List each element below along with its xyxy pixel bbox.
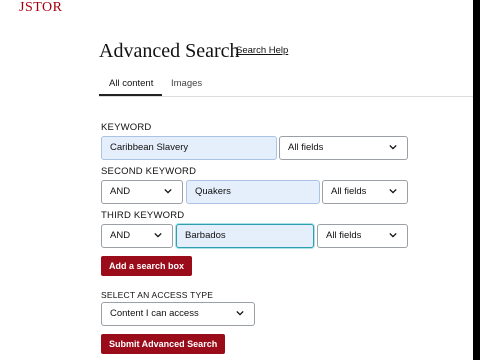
second-operator-value: AND (110, 186, 131, 197)
second-field-select[interactable]: All fields (322, 180, 408, 204)
chevron-down-icon (164, 188, 172, 194)
third-keyword-input[interactable]: Barbados (176, 224, 314, 248)
third-operator-value: AND (110, 230, 131, 241)
submit-advanced-search-button[interactable]: Submit Advanced Search (101, 334, 226, 354)
third-field-select[interactable]: All fields (317, 224, 408, 248)
keyword-label: KEYWORD (101, 122, 152, 133)
chevron-down-icon (154, 232, 162, 238)
content-tabs: All content Images (99, 74, 473, 97)
keyword-field-value: All fields (288, 142, 324, 153)
third-field-value: All fields (326, 230, 362, 241)
keyword-input[interactable]: Caribbean Slavery (101, 136, 277, 160)
access-type-value: Content I can access (110, 308, 199, 319)
chevron-down-icon (389, 188, 397, 194)
chevron-down-icon (389, 144, 397, 150)
second-operator-select[interactable]: AND (101, 180, 183, 204)
tab-all-content[interactable]: All content (109, 78, 153, 89)
access-type-label: SELECT AN ACCESS TYPE (101, 290, 214, 300)
advanced-search-page: JSTOR Advanced Search Search Help All co… (0, 0, 473, 360)
third-keyword-label: THIRD KEYWORD (101, 210, 185, 221)
keyword-field-select[interactable]: All fields (279, 136, 408, 160)
second-field-value: All fields (331, 186, 367, 197)
add-search-box-button[interactable]: Add a search box (101, 256, 193, 276)
chevron-down-icon (236, 310, 244, 316)
second-keyword-label: SECOND KEYWORD (101, 166, 197, 177)
third-operator-select[interactable]: AND (101, 224, 173, 248)
jstor-logo[interactable]: JSTOR (19, 0, 62, 16)
page-title: Advanced Search (99, 40, 240, 62)
second-keyword-input[interactable]: Quakers (186, 180, 320, 204)
tab-images[interactable]: Images (171, 78, 202, 89)
active-tab-indicator (99, 94, 162, 96)
access-type-select[interactable]: Content I can access (101, 302, 255, 326)
chevron-down-icon (389, 232, 397, 238)
search-help-link[interactable]: Search Help (236, 45, 288, 56)
